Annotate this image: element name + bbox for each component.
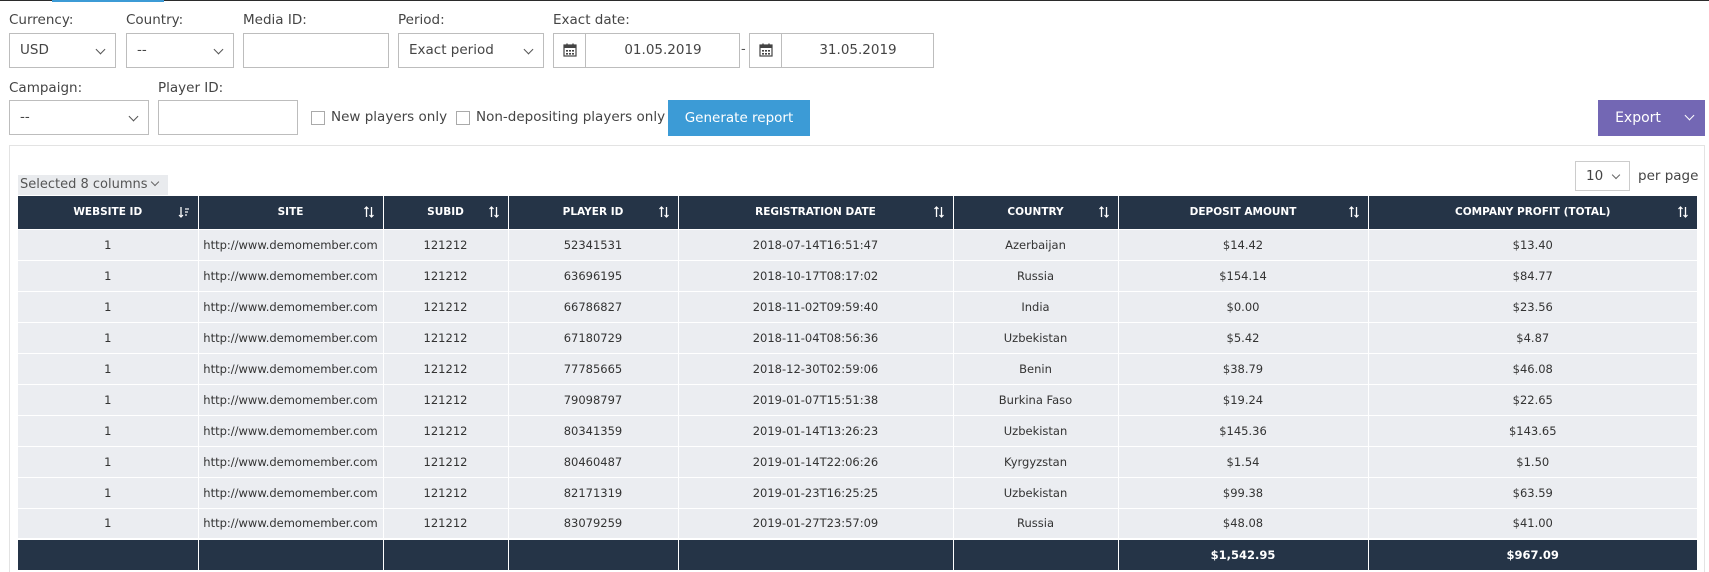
header-website-id[interactable]: WEBSITE ID — [18, 196, 199, 229]
table-row: 1 http://www.demomember.com 121212 79098797… — [18, 383, 1697, 415]
country-label: Country: — [126, 12, 184, 28]
header-company-profit[interactable]: COMPANY PROFIT (TOTAL) — [1368, 196, 1697, 229]
per-page-value: 10 — [1586, 168, 1604, 184]
chevron-down-icon — [95, 44, 106, 55]
table-row: 1 http://www.demomember.com 121212 83079259… — [18, 507, 1697, 539]
new-players-only-checkbox[interactable]: New players only — [311, 109, 451, 127]
export-label: Export — [1615, 110, 1661, 126]
new-players-only-label: New players only — [331, 109, 448, 125]
header-subid[interactable]: SUBID — [383, 196, 509, 229]
chevron-down-icon — [1611, 170, 1621, 180]
period-select[interactable]: Exact period — [398, 33, 544, 68]
campaign-label: Campaign: — [9, 80, 83, 96]
exact-date-label: Exact date: — [553, 12, 630, 28]
per-page-label: per page — [1638, 168, 1699, 184]
per-page-select[interactable]: 10 — [1575, 161, 1630, 191]
table-row: 1 http://www.demomember.com 121212 80341359… — [18, 414, 1697, 446]
currency-label: Currency: — [9, 12, 74, 28]
period-value: Exact period — [409, 42, 494, 58]
date-to-value: 31.05.2019 — [819, 42, 897, 58]
chevron-down-icon — [1684, 110, 1695, 121]
export-button[interactable]: Export — [1598, 100, 1705, 136]
table-row: 1 http://www.demomember.com 121212 52341531… — [18, 228, 1697, 260]
sort-icon[interactable] — [1098, 206, 1110, 218]
table-row: 1 http://www.demomember.com 121212 80460487… — [18, 445, 1697, 477]
campaign-select[interactable]: -- — [9, 100, 149, 135]
non-depositing-label: Non-depositing players only — [476, 109, 666, 125]
generate-report-button[interactable]: Generate report — [668, 100, 810, 136]
date-to-field[interactable]: 31.05.2019 — [749, 33, 934, 68]
header-player-id[interactable]: PLAYER ID — [508, 196, 679, 229]
chevron-down-icon — [150, 177, 160, 187]
column-selector[interactable]: Selected 8 columns — [18, 175, 168, 195]
date-from-value: 01.05.2019 — [624, 42, 702, 58]
header-site[interactable]: SITE — [198, 196, 384, 229]
date-separator: - — [741, 42, 746, 57]
table-row: 1 http://www.demomember.com 121212 66786827… — [18, 290, 1697, 322]
table-row: 1 http://www.demomember.com 121212 77785665… — [18, 352, 1697, 384]
sort-numeric-icon[interactable] — [178, 206, 190, 218]
table-header-row: WEBSITE ID SITE SUBID PLAYER ID REGISTRA… — [18, 196, 1697, 229]
campaign-value: -- — [20, 109, 30, 125]
totals-row: $1,542.95 $967.09 — [18, 538, 1697, 570]
table-row: 1 http://www.demomember.com 121212 67180729… — [18, 321, 1697, 353]
currency-select[interactable]: USD — [9, 33, 116, 68]
sort-icon[interactable] — [363, 206, 375, 218]
player-id-label: Player ID: — [158, 80, 224, 96]
total-company-profit: $967.09 — [1368, 538, 1697, 570]
country-select[interactable]: -- — [126, 33, 234, 68]
sort-icon[interactable] — [1348, 206, 1360, 218]
sort-icon[interactable] — [488, 206, 500, 218]
player-id-input[interactable] — [158, 100, 298, 135]
calendar-icon[interactable] — [750, 34, 782, 67]
report-table: WEBSITE ID SITE SUBID PLAYER ID REGISTRA… — [18, 196, 1697, 570]
top-border — [0, 0, 1709, 1]
currency-value: USD — [20, 42, 49, 58]
sort-icon[interactable] — [933, 206, 945, 218]
table-row: 1 http://www.demomember.com 121212 63696195… — [18, 259, 1697, 291]
header-deposit-amount[interactable]: DEPOSIT AMOUNT — [1118, 196, 1369, 229]
chevron-down-icon — [523, 44, 534, 55]
country-value: -- — [137, 42, 147, 58]
media-id-input[interactable] — [243, 33, 389, 68]
sort-icon[interactable] — [658, 206, 670, 218]
non-depositing-checkbox[interactable]: Non-depositing players only — [456, 109, 665, 127]
chevron-down-icon — [213, 44, 224, 55]
calendar-icon[interactable] — [554, 34, 586, 67]
header-registration-date[interactable]: REGISTRATION DATE — [678, 196, 954, 229]
date-from-field[interactable]: 01.05.2019 — [553, 33, 740, 68]
header-country[interactable]: COUNTRY — [953, 196, 1119, 229]
chevron-down-icon — [128, 111, 139, 122]
total-deposit-amount: $1,542.95 — [1118, 538, 1369, 570]
table-row: 1 http://www.demomember.com 121212 82171319… — [18, 476, 1697, 508]
period-label: Period: — [398, 12, 445, 28]
column-selector-label: Selected 8 columns — [20, 177, 148, 192]
sort-icon[interactable] — [1677, 206, 1689, 218]
media-id-label: Media ID: — [243, 12, 307, 28]
active-tab-indicator — [52, 0, 164, 2]
